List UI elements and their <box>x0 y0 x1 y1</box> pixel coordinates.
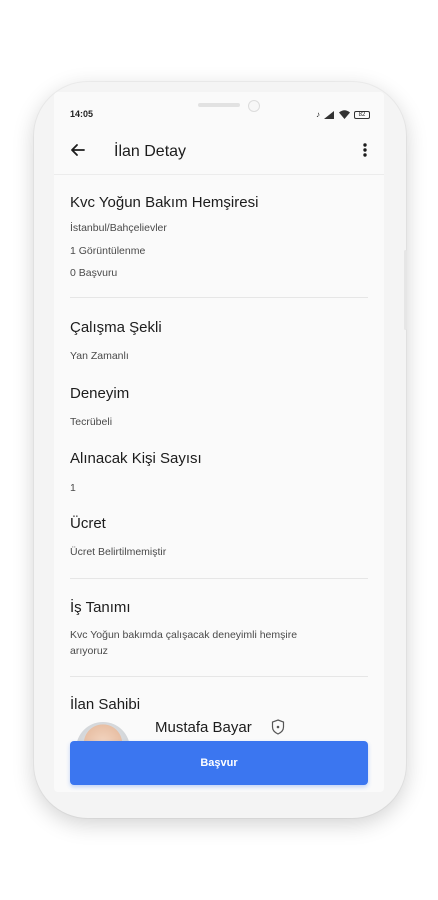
wifi-icon <box>339 110 350 119</box>
signal-icon <box>324 110 334 119</box>
phone-side-button <box>404 250 407 330</box>
app-bar: İlan Detay <box>60 138 380 168</box>
arrow-left-icon[interactable] <box>68 140 88 160</box>
battery-level: 82 <box>358 111 366 118</box>
work-type-label: Çalışma Şekli <box>70 319 162 336</box>
app-bar-divider <box>54 174 384 175</box>
description-line-1: Kvc Yoğun bakımda çalışacak deneyimli he… <box>70 629 298 641</box>
job-views: 1 Görüntülenme <box>70 245 146 257</box>
headcount-value: 1 <box>70 482 76 494</box>
battery-icon: 82 <box>354 110 370 119</box>
more-vertical-icon[interactable] <box>360 140 370 160</box>
status-bar: 14:05 ♪ 82 <box>70 109 370 123</box>
status-icons: ♪ 82 <box>316 110 370 119</box>
page-title: İlan Detay <box>114 143 187 160</box>
salary-value: Ücret Belirtilmemiştir <box>70 546 167 558</box>
alarm-icon: ♪ <box>316 110 320 119</box>
shield-check-icon <box>271 719 285 735</box>
work-type-value: Yan Zamanlı <box>70 350 129 362</box>
job-title: Kvc Yoğun Bakım Hemşiresi <box>70 194 259 211</box>
owner-label: İlan Sahibi <box>70 696 141 713</box>
job-applications: 0 Başvuru <box>70 267 118 279</box>
experience-label: Deneyim <box>70 385 130 402</box>
description-label: İş Tanımı <box>70 599 131 616</box>
headcount-label: Alınacak Kişi Sayısı <box>70 450 202 467</box>
phone-speaker <box>198 103 240 107</box>
apply-button[interactable]: Başvur <box>70 741 368 785</box>
job-location: İstanbul/Bahçelievler <box>70 222 167 234</box>
salary-label: Ücret <box>70 515 106 532</box>
status-time: 14:05 <box>70 109 94 119</box>
section-divider <box>70 676 368 677</box>
section-divider <box>70 578 368 579</box>
experience-value: Tecrübeli <box>70 416 113 428</box>
section-divider <box>70 297 368 298</box>
description-line-2: arıyoruz <box>70 645 108 657</box>
owner-name[interactable]: Mustafa Bayar <box>155 719 252 736</box>
